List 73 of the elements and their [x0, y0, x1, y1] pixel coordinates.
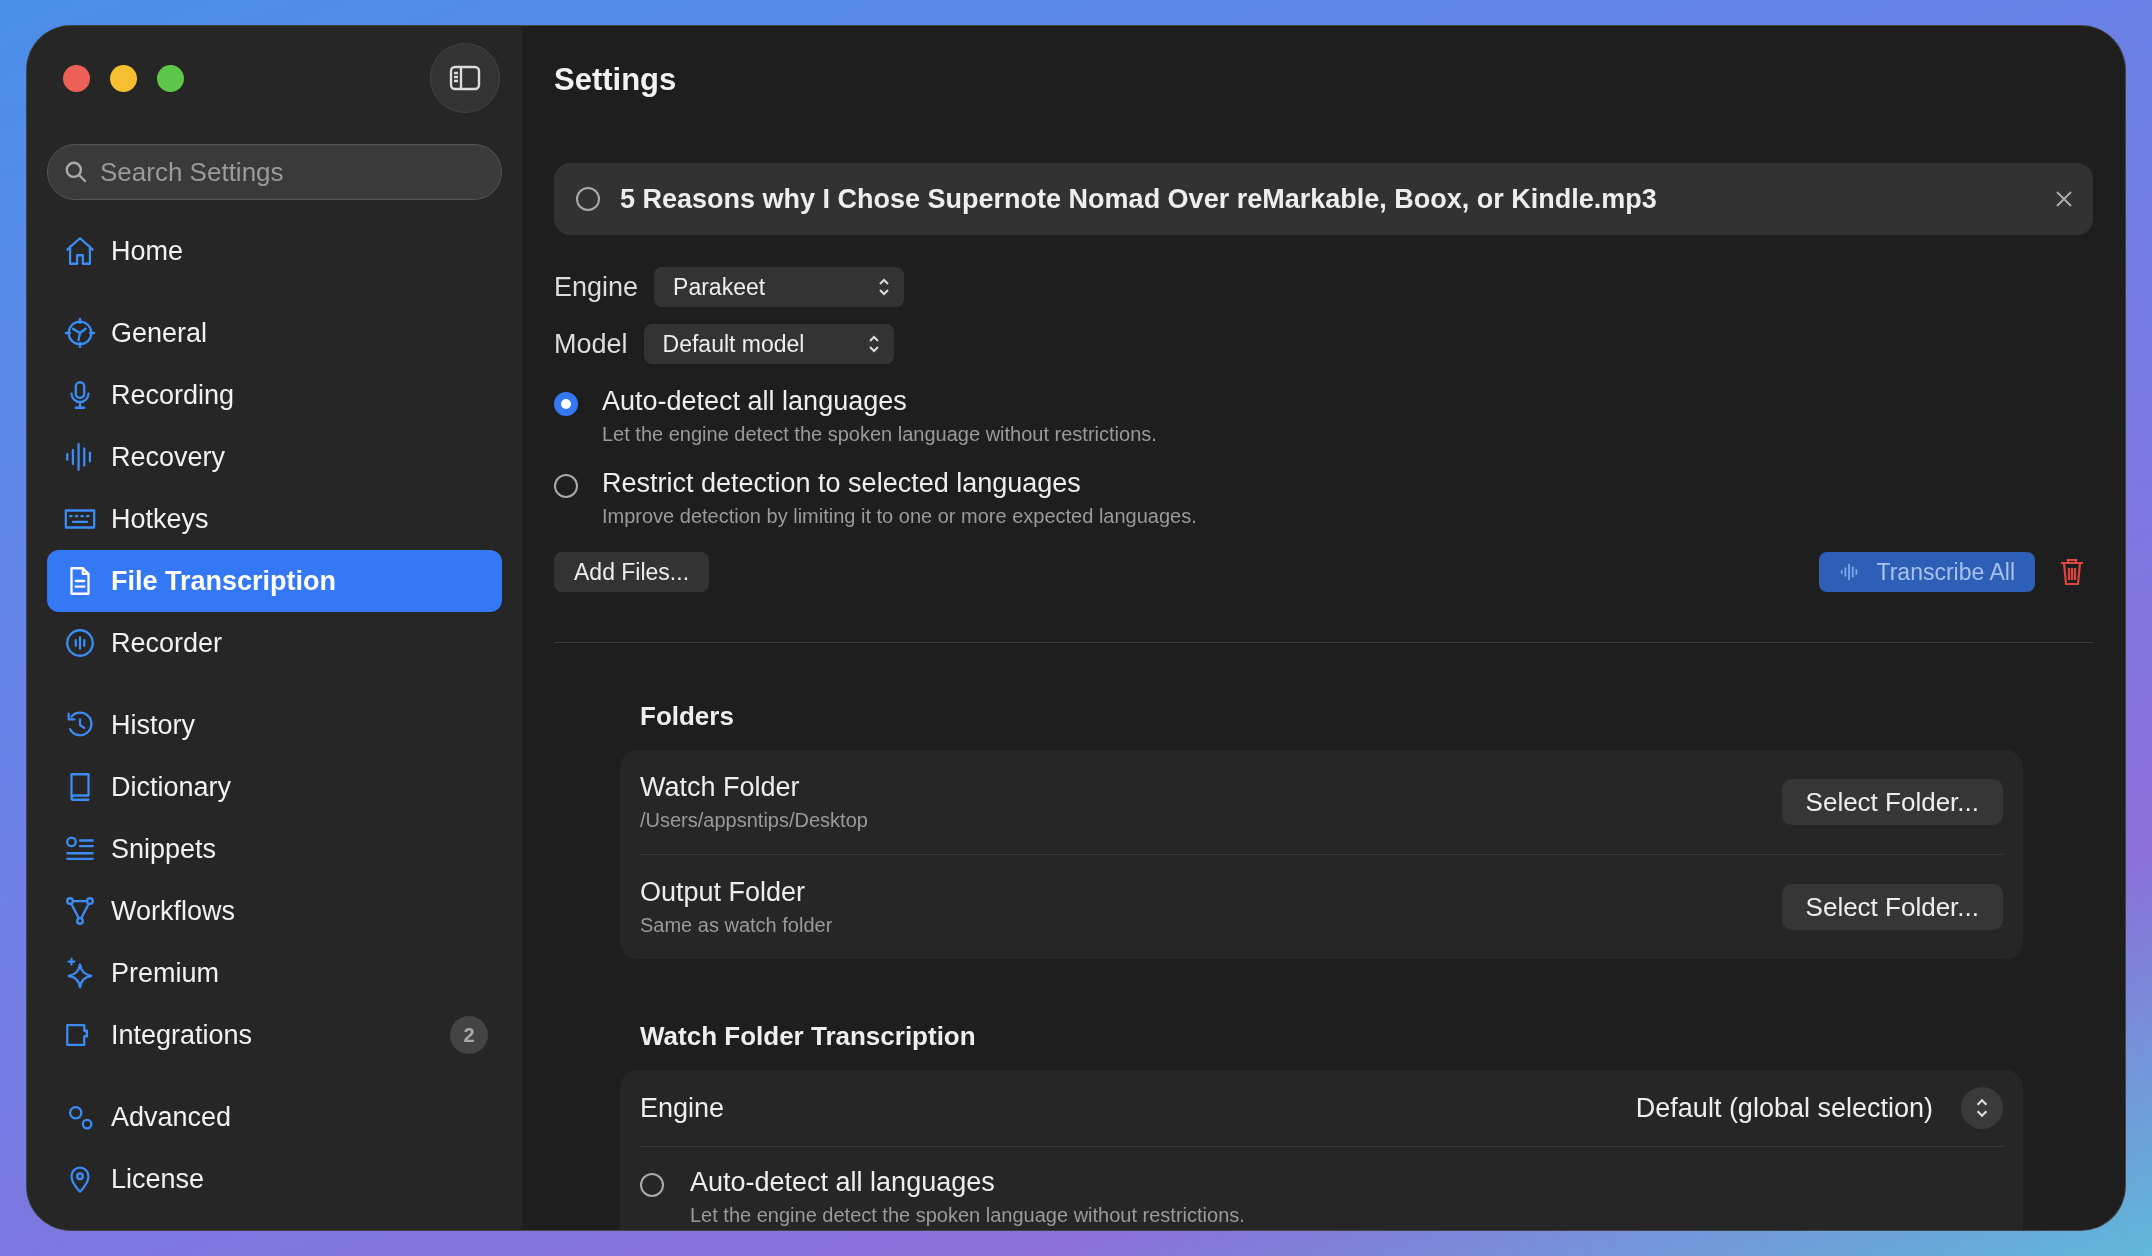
folder-path: Same as watch folder [640, 914, 833, 937]
gear-icon [63, 316, 97, 350]
sidebar-item[interactable]: Home [47, 220, 502, 282]
sidebar-item-label: Workflows [111, 895, 237, 927]
sidebar-item[interactable]: Snippets [47, 818, 502, 880]
sidebar-item[interactable]: Dictionary [47, 756, 502, 818]
sidebar-item[interactable]: Integrations 2 [47, 1004, 502, 1066]
window-title: Settings [554, 64, 678, 95]
home-icon [63, 234, 97, 268]
option-title: Auto-detect all languages [690, 1167, 996, 1198]
file-name: 5 Reasons why I Chose Supernote Nomad Over reMarkable, Boox, or Kindle.mp3 [620, 183, 1658, 215]
option-title: Auto-detect all languages [602, 386, 908, 417]
option-description: Let the engine detect the spoken language without restrictions. [602, 423, 1157, 446]
folder-title: Output Folder [640, 877, 807, 908]
chevrons-icon [867, 334, 880, 354]
radio-button[interactable] [576, 187, 600, 211]
sidebar-item[interactable]: Premium [47, 942, 502, 1004]
sidebar-item[interactable]: Workflows [47, 880, 502, 942]
zoom-button[interactable] [157, 64, 184, 92]
sidebar-item[interactable]: General [47, 302, 502, 364]
sidebar-item-label: License [111, 1163, 206, 1195]
sidebar-item-label: General [111, 317, 209, 349]
sidebar-item-label: Advanced [111, 1101, 233, 1133]
dropdown[interactable]: Parakeet [654, 267, 905, 307]
add-files-button[interactable]: Add Files... [554, 552, 710, 592]
sidebar-item-label: Premium [111, 957, 220, 989]
sidebar-item-label: Snippets [111, 833, 218, 865]
chevrons-icon [1975, 1097, 1989, 1119]
close-button[interactable] [63, 64, 90, 92]
close-icon[interactable] [2055, 190, 2073, 208]
nodes-icon [63, 894, 97, 928]
sidebar-item-label: Recording [111, 379, 236, 411]
section-heading: Watch Folder Transcription [640, 1021, 977, 1052]
sidebar-item[interactable]: File Transcription [47, 550, 502, 612]
option-description: Let the engine detect the spoken language without restrictions. [690, 1204, 1245, 1227]
folder-path: /Users/appsntips/Desktop [640, 809, 868, 832]
file-item[interactable]: 5 Reasons why I Chose Supernote Nomad Over reMarkable, Boox, or Kindle.mp3 [554, 163, 2093, 235]
engine-label: Engine [640, 1092, 725, 1124]
sidebar-item[interactable]: Recording [47, 364, 502, 426]
option-description: Improve detection by limiting it to one or more expected languages. [602, 505, 1197, 528]
sidebar-icon [449, 65, 481, 91]
sidebar-item[interactable]: Hotkeys [47, 488, 502, 550]
count-badge: 2 [450, 1016, 488, 1054]
sidebar-item[interactable]: Recovery [47, 426, 502, 488]
engine-value: Default (global selection) [1635, 1092, 1933, 1124]
chevrons-icon [878, 277, 891, 297]
minimize-button[interactable] [110, 64, 137, 92]
dropdown-stepper[interactable] [1961, 1087, 2003, 1129]
sidebar-item[interactable]: Advanced [47, 1086, 502, 1148]
sidebar-item-label: Dictionary [111, 771, 233, 803]
sidebar-item[interactable]: License [47, 1148, 502, 1210]
sidebar-item[interactable]: History [47, 694, 502, 756]
folder-title: Watch Folder [640, 772, 801, 803]
radio-button[interactable] [554, 392, 578, 416]
sidebar-item-label: File Transcription [111, 565, 338, 597]
trash-icon[interactable] [2059, 557, 2085, 587]
search-field[interactable]: Search Settings [47, 144, 502, 200]
sidebar-item-label: Recovery [111, 441, 227, 473]
radio-button[interactable] [554, 474, 578, 498]
select-folder-button[interactable]: Select Folder... [1781, 884, 2003, 930]
dropdown[interactable]: Default model [643, 324, 894, 364]
select-label: Model [554, 328, 628, 360]
option-title: Restrict detection to selected languages [602, 468, 1082, 499]
sidebar-item-label: Home [111, 235, 185, 267]
select-label: Engine [554, 271, 639, 303]
sidebar-item-label: Recorder [111, 627, 224, 659]
sidebar-item-label: History [111, 709, 196, 741]
select-folder-button[interactable]: Select Folder... [1781, 779, 2003, 825]
radio-button[interactable] [640, 1173, 664, 1197]
section-heading: Folders [640, 701, 735, 732]
sidebar-item[interactable]: Recorder [47, 612, 502, 674]
sidebar-item-label: Hotkeys [111, 503, 210, 535]
sidebar-item-label: Integrations [111, 1019, 254, 1051]
